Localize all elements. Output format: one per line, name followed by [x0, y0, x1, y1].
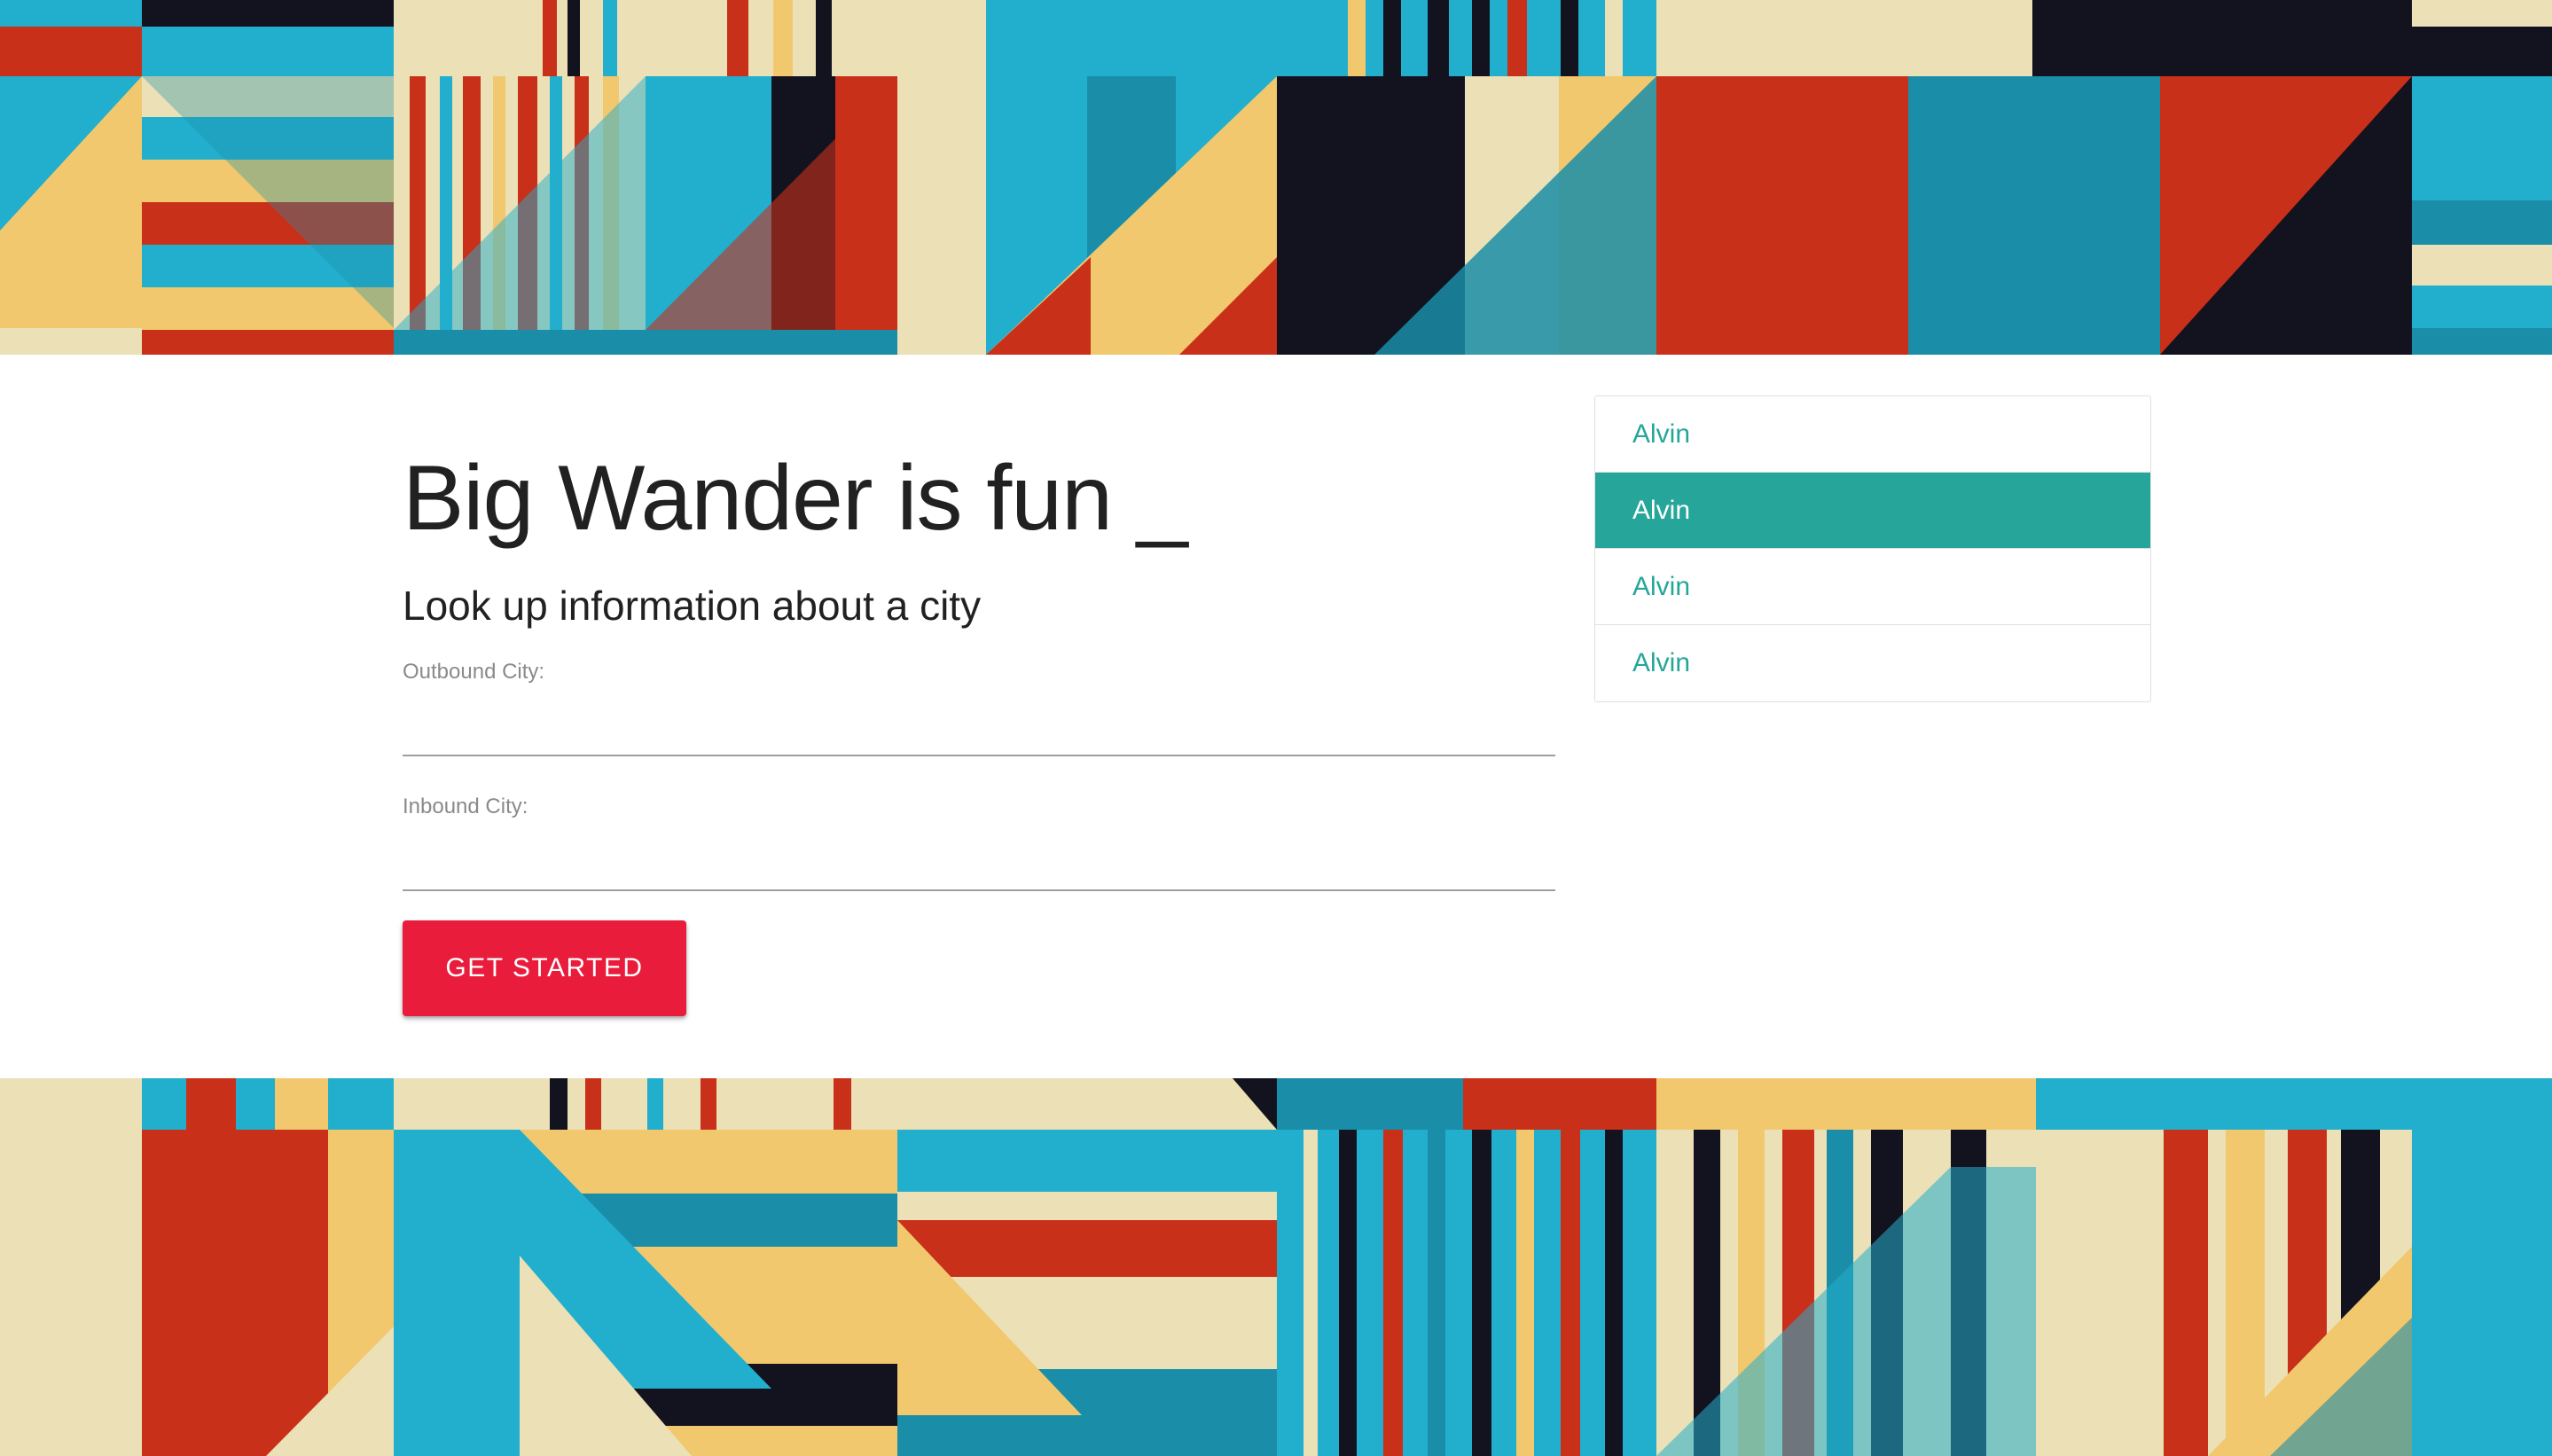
get-started-button[interactable]: GET STARTED: [403, 920, 686, 1016]
outbound-city-input[interactable]: [403, 692, 1555, 756]
page-title: Big Wander is fun _: [403, 447, 1188, 550]
inbound-city-input[interactable]: [403, 826, 1555, 891]
inbound-city-label: Inbound City:: [403, 795, 528, 818]
inbound-city-field: Inbound City:: [403, 795, 1555, 891]
city-list-item[interactable]: Alvin: [1595, 625, 2150, 701]
outbound-city-label: Outbound City:: [403, 660, 545, 684]
city-list: Alvin Alvin Alvin Alvin: [1594, 395, 2151, 702]
city-list-item[interactable]: Alvin: [1595, 396, 2150, 473]
bottom-pattern-banner: [0, 1078, 2552, 1456]
city-list-item[interactable]: Alvin: [1595, 549, 2150, 625]
main-content: Big Wander is fun _ Look up information …: [0, 355, 2552, 1078]
outbound-city-field: Outbound City:: [403, 660, 1555, 756]
page-subtitle: Look up information about a city: [403, 583, 982, 629]
city-list-item-active[interactable]: Alvin: [1595, 473, 2150, 549]
geometric-pattern-bottom: [0, 1078, 2552, 1456]
top-pattern-banner: [0, 0, 2552, 355]
geometric-pattern-top: [0, 0, 2552, 355]
